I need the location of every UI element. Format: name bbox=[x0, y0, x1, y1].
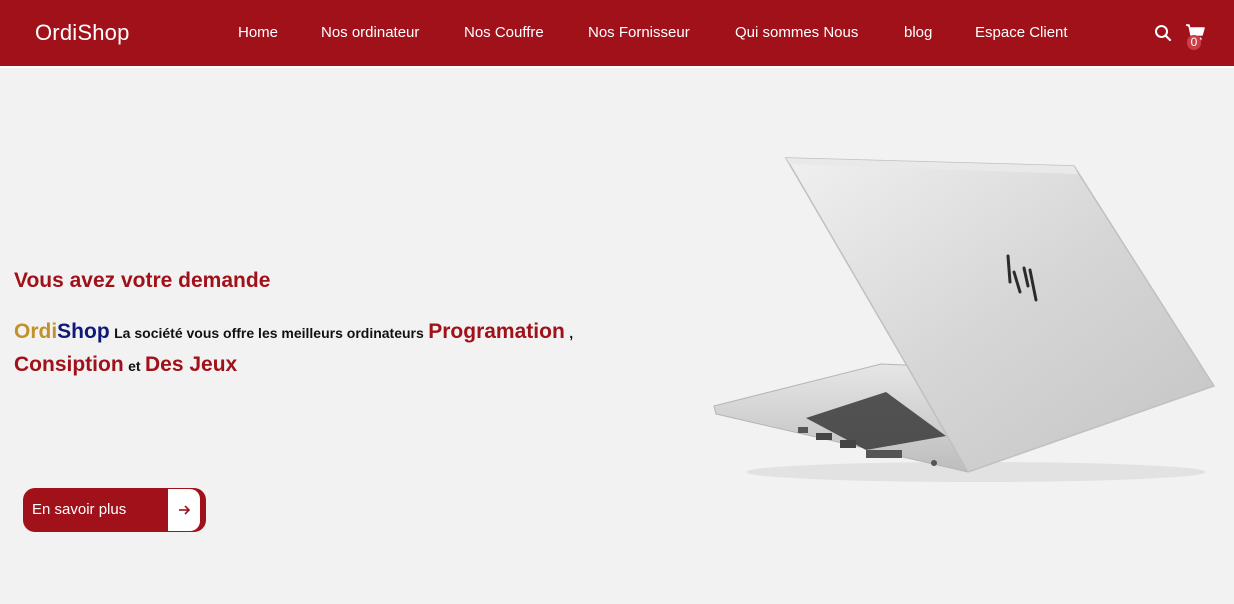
nav-nos-fornisseur[interactable]: Nos Fornisseur bbox=[588, 24, 690, 41]
cta-label: En savoir plus bbox=[32, 501, 127, 518]
hero-conjunction: et bbox=[128, 358, 141, 374]
hero-intro-text: La société vous offre les meilleurs ordi… bbox=[114, 325, 424, 341]
brand-logo[interactable]: OrdiShop bbox=[35, 20, 130, 46]
hero-description-line-2: Consiption et Des Jeux bbox=[14, 353, 237, 377]
top-navbar: OrdiShop Home Nos ordinateur Nos Couffre… bbox=[0, 0, 1234, 68]
nav-home[interactable]: Home bbox=[238, 24, 278, 41]
hero-item-programation: Programation bbox=[428, 320, 565, 343]
nav-nos-ordinateur[interactable]: Nos ordinateur bbox=[321, 24, 419, 41]
nav-nos-couffre[interactable]: Nos Couffre bbox=[464, 24, 544, 41]
nav-blog[interactable]: blog bbox=[904, 24, 932, 41]
hero-title: Vous avez votre demande bbox=[14, 269, 271, 292]
hero-item-consiption: Consiption bbox=[14, 353, 124, 376]
brand-name-part2: Shop bbox=[57, 320, 110, 343]
arrow-right-icon bbox=[179, 505, 191, 515]
search-icon[interactable] bbox=[1154, 24, 1172, 42]
hero-description-line-1: OrdiShop La société vous offre les meill… bbox=[14, 320, 573, 344]
en-savoir-plus-button[interactable]: En savoir plus bbox=[23, 488, 206, 532]
cart-count-badge: 0 bbox=[1187, 35, 1201, 50]
cta-arrow-box bbox=[168, 489, 200, 531]
nav-espace-client[interactable]: Espace Client bbox=[975, 24, 1068, 41]
hero-comma: , bbox=[569, 325, 574, 341]
brand-name-part1: Ordi bbox=[14, 320, 58, 343]
laptop-image bbox=[713, 157, 1216, 482]
hero-item-des-jeux: Des Jeux bbox=[145, 353, 238, 376]
nav-qui-sommes-nous[interactable]: Qui sommes Nous bbox=[735, 24, 858, 41]
